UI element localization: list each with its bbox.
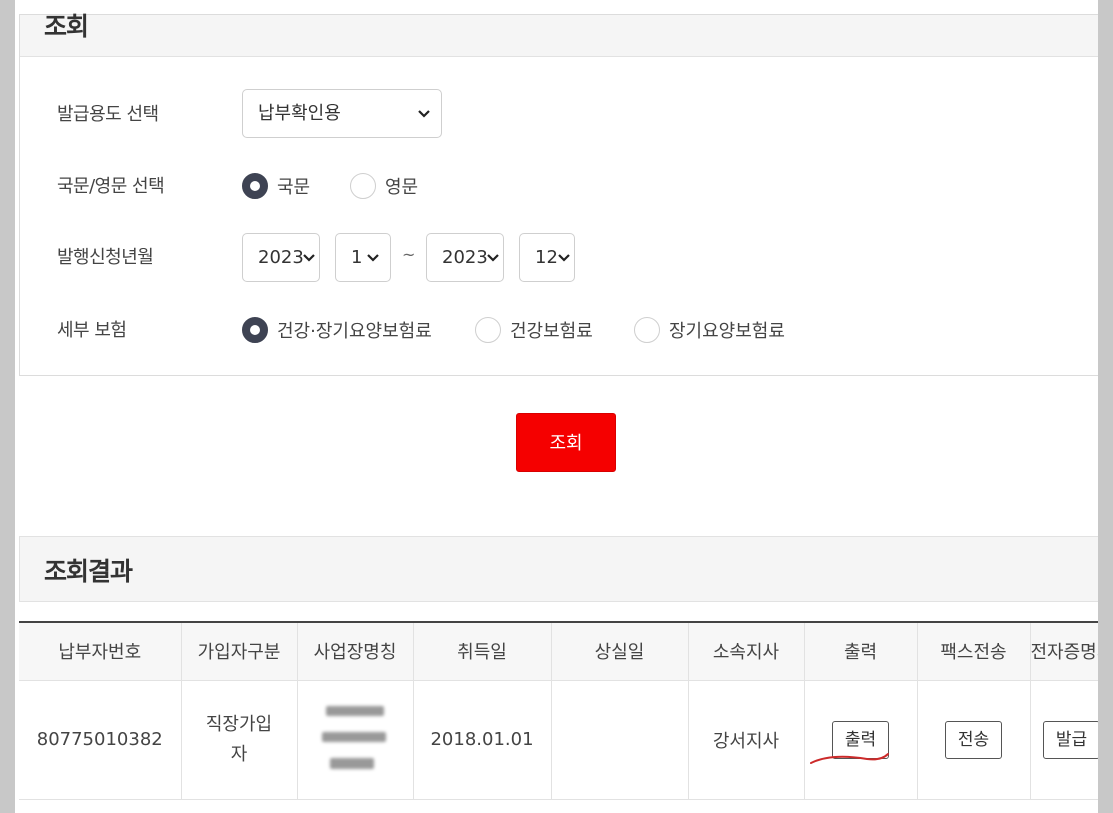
column-header: 사업장명칭 [297,622,414,681]
page: 조회 발급용도 선택 납부확인용 국문/영문 선택 국문 영문 발행신청년월 2… [15,0,1113,813]
to-year-select[interactable]: 2023 [426,233,504,282]
language-label: 국문/영문 선택 [57,176,165,197]
chevron-down-icon [487,254,499,262]
radio-ltc[interactable]: 장기요양보험료 [634,317,785,343]
column-header: 상실일 [551,622,689,681]
purpose-select-value: 납부확인용 [258,103,341,124]
to-month-value: 12 [535,247,558,268]
period-label: 발행신청년월 [57,247,154,268]
chevron-down-icon [303,254,315,262]
radio-ltc-label: 장기요양보험료 [669,321,785,342]
to-month-select[interactable]: 12 [519,233,575,282]
lost-date-cell [551,680,689,800]
results-table: 납부자번호 가입자구분 사업장명칭 취득일 상실일 소속지사 출력 팩스전송 전… [19,621,1113,800]
radio-english[interactable]: 영문 [350,173,418,199]
member-type-text: 직장가입자 [205,713,273,765]
query-title: 조회 [44,12,89,41]
column-header: 출력 [804,622,918,681]
branch-cell: 강서지사 [688,680,805,800]
radio-health-label: 건강보험료 [510,321,593,342]
from-year-select[interactable]: 2023 [242,233,320,282]
radio-unchecked-icon [634,317,660,343]
radio-checked-icon [242,173,268,199]
fax-cell: 전송 [917,680,1031,800]
acquired-date-cell: 2018.01.01 [413,680,552,800]
redacted-workplace-name [320,698,390,776]
issue-certificate-button[interactable]: 발급 [1042,720,1101,759]
radio-unchecked-icon [350,173,376,199]
workplace-cell [297,680,414,800]
radio-english-label: 영문 [385,177,419,198]
radio-checked-icon [242,317,268,343]
radio-health-ltc-label: 건강·장기요양보험료 [277,321,432,342]
purpose-label: 발급용도 선택 [57,104,159,125]
red-underline-annotation [810,753,889,764]
results-title: 조회결과 [44,557,133,586]
column-header: 가입자구분 [181,622,298,681]
payer-number-cell: 80775010382 [19,680,182,800]
member-type-cell: 직장가입자 [181,680,298,800]
radio-unchecked-icon [475,317,501,343]
from-month-select[interactable]: 1 [335,233,391,282]
fax-send-button[interactable]: 전송 [944,720,1003,759]
column-header: 납부자번호 [19,622,182,681]
column-header: 취득일 [413,622,552,681]
chevron-down-icon [558,254,570,262]
radio-korean-label: 국문 [277,177,311,198]
insurance-label: 세부 보험 [57,320,127,341]
search-button[interactable]: 조회 [516,413,616,472]
chevron-down-icon [418,110,430,118]
radio-health[interactable]: 건강보험료 [475,317,593,343]
query-section: 조회 발급용도 선택 납부확인용 국문/영문 선택 국문 영문 발행신청년월 2… [19,12,1113,376]
period-separator: ~ [402,245,416,264]
scrollbar[interactable] [1098,0,1113,813]
purpose-select[interactable]: 납부확인용 [242,89,442,138]
to-year-value: 2023 [442,247,488,268]
print-cell: 출력 [804,680,918,800]
from-month-value: 1 [351,247,363,268]
column-header: 팩스전송 [917,622,1031,681]
results-header: 조회결과 [19,536,1113,602]
query-header: 조회 [20,12,1113,57]
table-header-row: 납부자번호 가입자구분 사업장명칭 취득일 상실일 소속지사 출력 팩스전송 전… [19,622,1113,681]
chevron-down-icon [367,254,379,262]
from-year-value: 2023 [258,247,304,268]
radio-health-ltc[interactable]: 건강·장기요양보험료 [242,317,432,343]
column-header: 소속지사 [688,622,805,681]
radio-korean[interactable]: 국문 [242,173,310,199]
table-row: 80775010382 직장가입자 2018.01.01 강서지사 출력 전송 … [19,680,1113,800]
